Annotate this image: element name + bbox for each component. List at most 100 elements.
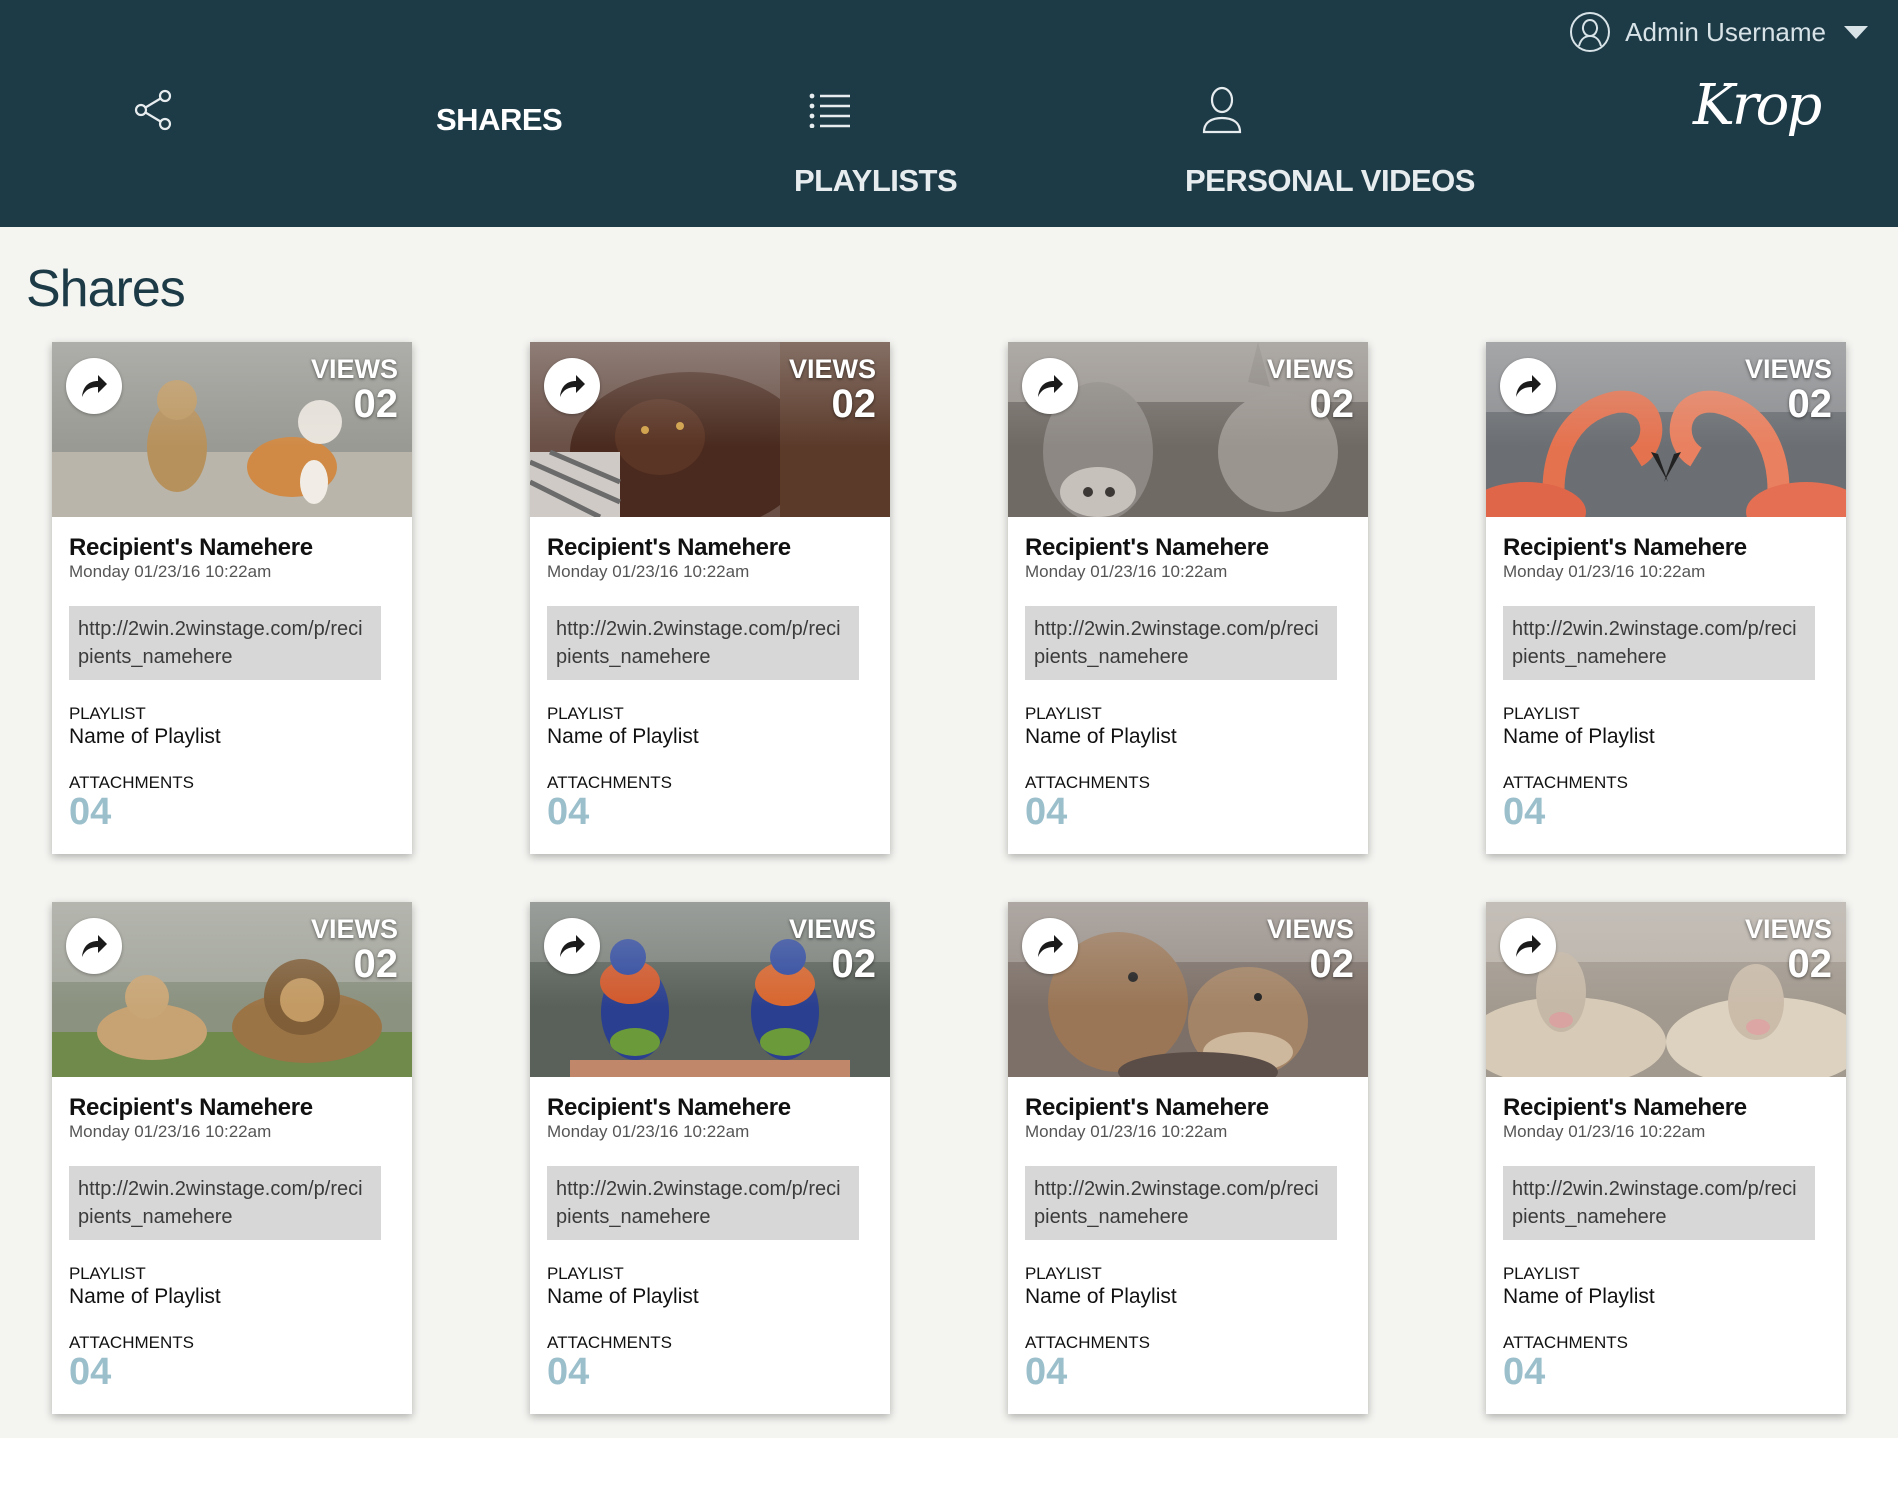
share-date: Monday 01/23/16 10:22am	[547, 1122, 750, 1142]
share-card[interactable]: VIEWS 02 Recipient's Namehere Monday 01/…	[52, 342, 412, 854]
share-icon[interactable]	[132, 88, 176, 132]
forward-arrow-icon	[560, 935, 585, 957]
share-thumbnail[interactable]: VIEWS 02	[52, 342, 412, 517]
reshare-button[interactable]	[1022, 358, 1078, 414]
nav-tab-personal-videos[interactable]: PERSONAL VIDEOS	[1185, 163, 1475, 199]
reshare-button[interactable]	[544, 918, 600, 974]
views-label: VIEWS	[1744, 914, 1832, 944]
share-thumbnail[interactable]: VIEWS 02	[1486, 902, 1846, 1077]
attachments-label: ATTACHMENTS	[1503, 773, 1628, 793]
views-label: VIEWS	[310, 354, 398, 384]
share-thumbnail[interactable]: VIEWS 02	[1486, 342, 1846, 517]
share-card[interactable]: VIEWS 02 Recipient's Namehere Monday 01/…	[52, 902, 412, 1414]
nav-tab-playlists[interactable]: PLAYLISTS	[794, 163, 958, 199]
share-url[interactable]: http://2win.2winstage.com/p/recipients_n…	[1025, 1166, 1337, 1241]
user-name: Admin Username	[1625, 16, 1826, 47]
share-card[interactable]: VIEWS 02 Recipient's Namehere Monday 01/…	[530, 342, 890, 854]
share-card[interactable]: VIEWS 02 Recipient's Namehere Monday 01/…	[1008, 902, 1368, 1414]
reshare-button[interactable]	[1022, 918, 1078, 974]
views-count: 02	[353, 942, 399, 986]
recipient-name: Recipient's Namehere	[1025, 534, 1269, 561]
share-thumbnail[interactable]: VIEWS 02	[1008, 902, 1368, 1077]
views-counter: VIEWS 02	[788, 354, 877, 426]
share-url[interactable]: http://2win.2winstage.com/p/recipients_n…	[1503, 1166, 1815, 1241]
nav-tab-shares[interactable]: SHARES	[436, 102, 563, 138]
views-label: VIEWS	[1744, 354, 1832, 384]
playlist-name: Name of Playlist	[69, 1285, 221, 1309]
views-counter: VIEWS 02	[789, 916, 877, 986]
forward-arrow-icon	[82, 375, 107, 397]
reshare-button[interactable]	[66, 358, 122, 414]
playlist-label: PLAYLIST	[69, 1264, 146, 1284]
reshare-button[interactable]	[544, 358, 600, 414]
share-card[interactable]: VIEWS 02 Recipient's Namehere Monday 01/…	[530, 902, 890, 1414]
share-thumbnail[interactable]: VIEWS 02	[52, 902, 412, 1077]
top-navigation-bar: Admin Username SHARES PLAYLISTS PERSONAL…	[0, 0, 1898, 227]
recipient-name: Recipient's Namehere	[547, 1094, 791, 1121]
playlist-label: PLAYLIST	[69, 704, 146, 724]
share-url[interactable]: http://2win.2winstage.com/p/recipients_n…	[69, 606, 381, 681]
views-counter: VIEWS 02	[310, 354, 398, 426]
forward-arrow-icon	[82, 935, 107, 957]
views-count: 02	[831, 382, 877, 426]
share-card[interactable]: VIEWS 02 Recipient's Namehere Monday 01/…	[1486, 342, 1846, 854]
playlist-name: Name of Playlist	[547, 1285, 699, 1309]
share-date: Monday 01/23/16 10:22am	[69, 1122, 272, 1142]
playlist-label: PLAYLIST	[1503, 704, 1580, 724]
attachments-count: 04	[69, 1351, 112, 1394]
views-label: VIEWS	[788, 354, 876, 384]
playlist-label: PLAYLIST	[1025, 704, 1102, 724]
views-count: 02	[1787, 942, 1833, 986]
views-counter: VIEWS 02	[1267, 916, 1354, 986]
attachments-count: 04	[547, 1351, 590, 1394]
recipient-name: Recipient's Namehere	[69, 534, 313, 561]
playlist-label: PLAYLIST	[547, 704, 624, 724]
views-counter: VIEWS 02	[1266, 354, 1355, 426]
share-url[interactable]: http://2win.2winstage.com/p/recipients_n…	[69, 1166, 381, 1241]
recipient-name: Recipient's Namehere	[1025, 1094, 1269, 1121]
attachments-count: 04	[1025, 1351, 1068, 1394]
share-date: Monday 01/23/16 10:22am	[547, 562, 750, 582]
forward-arrow-icon	[1516, 375, 1541, 397]
attachments-label: ATTACHMENTS	[547, 1333, 672, 1353]
playlist-name: Name of Playlist	[547, 725, 699, 749]
reshare-button[interactable]	[1500, 358, 1556, 414]
person-icon[interactable]	[1200, 86, 1244, 134]
playlist-name: Name of Playlist	[1503, 1285, 1655, 1309]
views-count: 02	[1309, 382, 1355, 426]
share-date: Monday 01/23/16 10:22am	[1503, 562, 1706, 582]
reshare-button[interactable]	[1500, 918, 1556, 974]
krop-logo[interactable]: Krop	[1693, 78, 1822, 134]
user-circle-icon	[1570, 12, 1611, 52]
attachments-count: 04	[69, 791, 112, 834]
share-thumbnail[interactable]: VIEWS 02	[530, 342, 890, 517]
share-url[interactable]: http://2win.2winstage.com/p/recipients_n…	[1503, 606, 1815, 681]
views-label: VIEWS	[1266, 354, 1354, 384]
shares-grid: VIEWS 02 Recipient's Namehere Monday 01/…	[52, 342, 1846, 1414]
recipient-name: Recipient's Namehere	[1503, 534, 1747, 561]
share-thumbnail[interactable]: VIEWS 02	[1008, 342, 1368, 517]
playlist-label: PLAYLIST	[1503, 1264, 1580, 1284]
share-url[interactable]: http://2win.2winstage.com/p/recipients_n…	[1025, 606, 1337, 681]
reshare-button[interactable]	[66, 918, 122, 974]
views-label: VIEWS	[310, 914, 398, 944]
playlist-label: PLAYLIST	[1025, 1264, 1102, 1284]
forward-arrow-icon	[560, 375, 585, 397]
attachments-label: ATTACHMENTS	[547, 773, 672, 793]
views-counter: VIEWS 02	[1744, 354, 1833, 426]
attachments-label: ATTACHMENTS	[1025, 773, 1150, 793]
attachments-count: 04	[1503, 791, 1546, 834]
page-title: Shares	[26, 260, 186, 318]
share-card[interactable]: VIEWS 02 Recipient's Namehere Monday 01/…	[1008, 342, 1368, 854]
share-url[interactable]: http://2win.2winstage.com/p/recipients_n…	[547, 606, 859, 681]
attachments-count: 04	[1025, 791, 1068, 834]
share-thumbnail[interactable]: VIEWS 02	[530, 902, 890, 1077]
views-count: 02	[1787, 382, 1833, 426]
views-count: 02	[831, 942, 877, 986]
share-card[interactable]: VIEWS 02 Recipient's Namehere Monday 01/…	[1486, 902, 1846, 1414]
share-url[interactable]: http://2win.2winstage.com/p/recipients_n…	[547, 1166, 859, 1241]
views-counter: VIEWS 02	[1744, 914, 1833, 986]
forward-arrow-icon	[1038, 935, 1063, 957]
user-menu[interactable]: Admin Username	[1569, 10, 1868, 54]
list-icon[interactable]	[808, 92, 852, 128]
